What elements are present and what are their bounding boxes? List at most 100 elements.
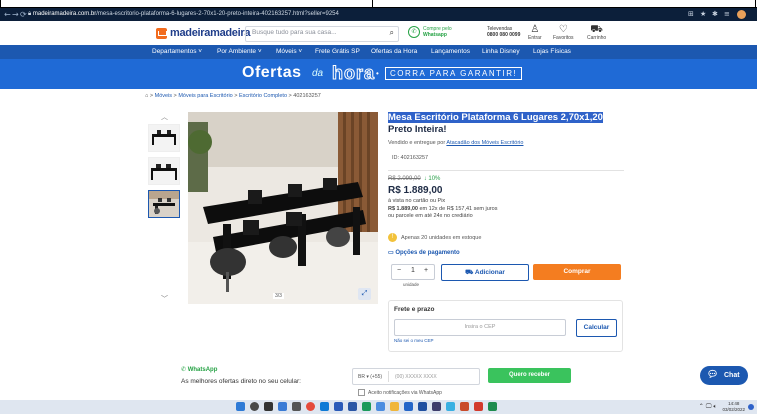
- back-icon[interactable]: ←: [4, 10, 11, 19]
- menu-icon[interactable]: ≡: [724, 10, 730, 18]
- product-main-image[interactable]: [188, 112, 378, 304]
- notification-icon[interactable]: [748, 404, 754, 410]
- zoom-icon[interactable]: ⤢: [358, 288, 371, 300]
- banner-corra: CORRA PARA GARANTIR!: [385, 67, 523, 80]
- logo-text: madeiramadeira: [170, 27, 251, 39]
- menu-item-frete[interactable]: Frete Grátis SP: [315, 48, 360, 55]
- profile-avatar[interactable]: [737, 10, 746, 19]
- app-icon[interactable]: [418, 402, 427, 411]
- breadcrumb-item[interactable]: Móveis para Escritório: [178, 93, 232, 99]
- chevron-up-icon[interactable]: ︿: [161, 112, 168, 122]
- favorites-button[interactable]: ♡ Favoritos: [553, 24, 574, 41]
- chat-icon: 💬︎: [707, 370, 719, 380]
- chat-button[interactable]: 💬︎ Chat: [700, 366, 748, 385]
- consent-checkbox[interactable]: [358, 389, 365, 396]
- shipping-title: Frete e prazo: [394, 306, 435, 313]
- divider: [388, 170, 624, 171]
- main-menu: Departamentos ˅ Por Ambiente ˅ Móveis ˅ …: [0, 45, 757, 59]
- system-tray-icons[interactable]: ⌃ 🖵︎ 🔈︎: [699, 403, 717, 411]
- cep-input[interactable]: Insira o CEP: [394, 319, 566, 336]
- browser-toolbar: ← → ⟳ 🔒︎ madeiramadeira.com.br/mesa-escr…: [0, 8, 757, 21]
- whatsapp-subtitle: As melhores ofertas direto no seu celula…: [181, 378, 301, 385]
- cart-icon: ⛟: [590, 24, 603, 35]
- breadcrumb-item[interactable]: Escritório Completo: [239, 93, 287, 99]
- home-icon[interactable]: ⌂: [145, 93, 148, 99]
- calculate-button[interactable]: Calcular: [576, 319, 617, 337]
- televendas[interactable]: Televendas 0800 080 0099: [487, 26, 520, 38]
- payment-options-link[interactable]: ▭ Opções de pagamento: [388, 249, 460, 256]
- extension-icon[interactable]: ⊞: [688, 10, 694, 18]
- cep-placeholder: Insira o CEP: [464, 324, 496, 330]
- ofertas-banner[interactable]: Ofertas da hora • CORRA PARA GARANTIR!: [0, 59, 757, 89]
- cart-button[interactable]: ⛟ Carrinho: [587, 24, 606, 41]
- no-cep-link[interactable]: Não sei o meu CEP: [394, 338, 434, 343]
- top-frame: [0, 0, 757, 8]
- qty-minus-button[interactable]: −: [397, 267, 401, 274]
- seller-link[interactable]: Atacadão dos Móveis Escritório: [446, 140, 523, 146]
- menu-item-ofertas[interactable]: Ofertas da Hora: [371, 48, 417, 55]
- qty-value[interactable]: 1: [411, 267, 415, 274]
- excel-icon[interactable]: [362, 402, 371, 411]
- app-icon[interactable]: [488, 402, 497, 411]
- banner-ofertas: Ofertas: [242, 64, 302, 81]
- app-icon[interactable]: [432, 402, 441, 411]
- login-button[interactable]: ♙ Entrar: [528, 24, 542, 41]
- menu-item-lancamentos[interactable]: Lançamentos: [431, 48, 470, 55]
- clock[interactable]: 14:48 03/02/2022: [722, 401, 745, 412]
- breadcrumb-item[interactable]: Móveis: [155, 93, 172, 99]
- reload-icon[interactable]: ⟳: [20, 10, 27, 19]
- windows-start-icon[interactable]: [236, 402, 245, 411]
- thumbnail-1[interactable]: [148, 124, 180, 152]
- chat-app-icon[interactable]: [292, 402, 301, 411]
- quantity-stepper[interactable]: − 1 +: [391, 264, 435, 280]
- search-input[interactable]: Busque tudo para sua casa... ⌕: [245, 26, 399, 42]
- buy-button[interactable]: Comprar: [533, 264, 621, 280]
- star-icon[interactable]: ★: [700, 10, 706, 18]
- puzzle-icon[interactable]: ✱: [712, 10, 718, 18]
- shipping-box: Frete e prazo Insira o CEP Calcular Não …: [388, 300, 623, 352]
- thumbnail-3-selected[interactable]: [148, 190, 180, 218]
- phone-input[interactable]: BR ▾ (+55) (00) XXXXX XXXX: [352, 368, 480, 385]
- search-icon[interactable]: ⌕: [390, 28, 394, 38]
- seller-info: Vendido e entregue por Atacadão dos Móve…: [388, 140, 523, 146]
- widgets-icon[interactable]: [278, 402, 287, 411]
- word-icon[interactable]: [348, 402, 357, 411]
- country-select[interactable]: BR ▾ (+55): [358, 374, 382, 380]
- menu-item-departamentos[interactable]: Departamentos ˅: [152, 48, 202, 55]
- chrome-icon[interactable]: [306, 402, 315, 411]
- notification-consent[interactable]: Aceito notificações via WhatsApp: [358, 389, 442, 396]
- forward-icon[interactable]: →: [12, 10, 19, 19]
- chevron-down-icon[interactable]: ﹀: [161, 294, 168, 304]
- thumbnail-2[interactable]: [148, 157, 180, 185]
- search-icon[interactable]: [250, 402, 259, 411]
- address-bar[interactable]: 🔒︎ madeiramadeira.com.br/mesa-escritorio…: [28, 9, 628, 20]
- edge-icon[interactable]: [320, 402, 329, 411]
- acrobat-icon[interactable]: [474, 402, 483, 411]
- heart-icon: ♡: [558, 24, 568, 35]
- menu-item-ambiente[interactable]: Por Ambiente ˅: [217, 48, 262, 55]
- menu-item-lojas[interactable]: Lojas Físicas: [533, 48, 571, 55]
- menu-item-moveis[interactable]: Móveis ˅: [276, 48, 302, 55]
- task-view-icon[interactable]: [264, 402, 273, 411]
- whatsapp-link[interactable]: ✆ Compre pelo Whatsapp: [408, 26, 452, 38]
- settings-icon[interactable]: [376, 402, 385, 411]
- user-icon: ♙: [530, 24, 540, 35]
- site-logo[interactable]: madeiramadeira: [156, 26, 250, 40]
- price-details: à vista no cartão ou Pix R$ 1.889,00 em …: [388, 198, 618, 221]
- add-to-cart-button[interactable]: ⛟ Adicionar: [441, 264, 529, 281]
- app-icon[interactable]: [334, 402, 343, 411]
- url-path: /mesa-escritorio-plataforma-6-lugares-2-…: [96, 11, 339, 17]
- todo-icon[interactable]: [446, 402, 455, 411]
- qty-plus-button[interactable]: +: [424, 267, 428, 274]
- gallery-pager: 3/3: [273, 293, 284, 299]
- product-title-rest: Preto Inteira!: [388, 124, 447, 135]
- outlook-icon[interactable]: [404, 402, 413, 411]
- powerpoint-icon[interactable]: [460, 402, 469, 411]
- folder-icon[interactable]: [390, 402, 399, 411]
- login-label: Entrar: [528, 35, 542, 41]
- price-info-installments: em 12x de R$ 157,41 sem juros: [417, 205, 498, 212]
- clock-date: 03/02/2022: [722, 406, 745, 412]
- receive-button[interactable]: Quero receber: [488, 368, 571, 383]
- breadcrumb-current: 402163257: [293, 93, 321, 99]
- menu-item-disney[interactable]: Linha Disney: [482, 48, 520, 55]
